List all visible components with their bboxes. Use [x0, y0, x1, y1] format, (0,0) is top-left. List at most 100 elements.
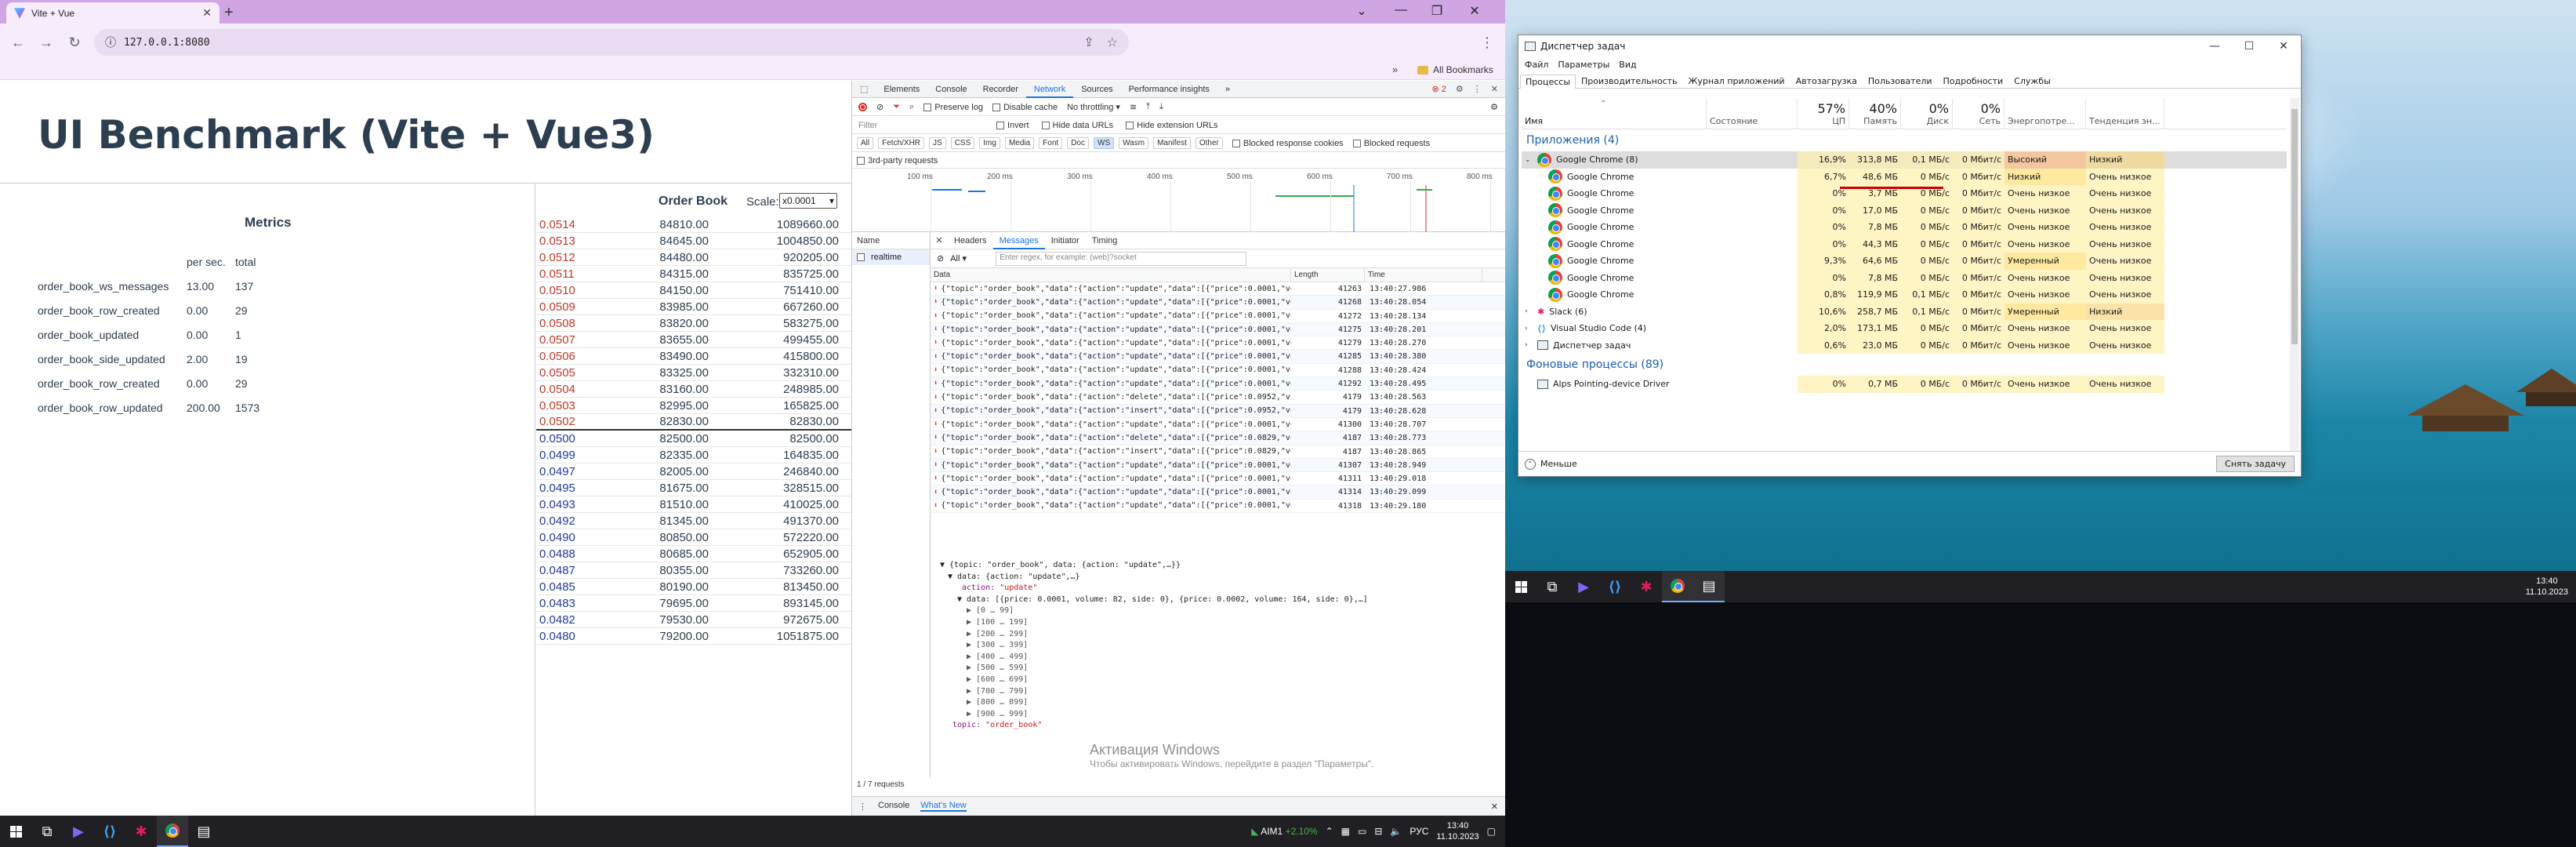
window-restore-icon[interactable]: ❐ — [1419, 3, 1455, 19]
preview-range[interactable]: ▶ [100 … 199] — [940, 617, 1505, 629]
notifications-icon[interactable]: ▢ — [1487, 826, 1496, 837]
message-row[interactable]: ⬇ {"topic":"order_book","data":{"action":… — [931, 377, 1505, 391]
order-book-row[interactable]: 0.0508 83820.00 583275.00 — [536, 315, 851, 332]
order-book-row[interactable]: 0.0502 82830.00 82830.00 — [536, 414, 851, 431]
type-filter-img[interactable]: Img — [979, 137, 1000, 149]
order-book-row[interactable]: 0.0483 79695.00 893145.00 — [536, 595, 851, 612]
wifi-icon[interactable]: ≋ — [1130, 102, 1137, 112]
message-row[interactable]: ⬇ {"topic":"order_book","data":{"action":… — [931, 417, 1505, 432]
process-row[interactable]: Alps Pointing-device Driver 0% 0,7 МБ 0 МБ/… — [1522, 376, 2287, 393]
task-manager-titlebar[interactable]: Диспетчер задач — ☐ ✕ — [1518, 35, 2301, 57]
message-type-select[interactable]: All ▾ — [950, 253, 989, 264]
type-filter-js[interactable]: JS — [929, 137, 946, 149]
order-book-row[interactable]: 0.0490 80850.00 572220.00 — [536, 529, 851, 546]
preview-range[interactable]: ▶ [400 … 499] — [940, 652, 1505, 663]
col-energy-trend[interactable]: Тенденция эн... — [2086, 98, 2164, 129]
order-book-row[interactable]: 0.0493 81510.00 410025.00 — [536, 496, 851, 513]
settings-gear-icon[interactable]: ⚙ — [1456, 84, 1464, 94]
task-manager-tab[interactable]: Процессы — [1520, 75, 1576, 89]
close-detail-icon[interactable]: ✕ — [931, 235, 948, 245]
process-row[interactable]: Google Chrome 0,8% 119,9 МБ 0,1 МБ/с 0 Мбит/… — [1522, 286, 2287, 304]
drawer-tab-console[interactable]: Console — [878, 801, 909, 812]
slack-icon[interactable]: ✱ — [125, 816, 157, 847]
slack-icon[interactable]: ✱ — [1631, 571, 1662, 602]
task-view-icon[interactable]: ⧉ — [31, 816, 63, 847]
expander-icon[interactable]: › — [1525, 325, 1533, 333]
order-book-row[interactable]: 0.0482 79530.00 972675.00 — [536, 612, 851, 628]
message-row[interactable]: ⬇ {"topic":"order_book","data":{"action":… — [931, 322, 1505, 337]
close-icon[interactable]: ✕ — [2266, 40, 2301, 53]
filter-input[interactable]: Filter — [858, 121, 984, 130]
devtools-tab-performance-insights[interactable]: Performance insights — [1121, 81, 1217, 98]
order-book-row[interactable]: 0.0480 79200.00 1051875.00 — [536, 628, 851, 645]
preview-root[interactable]: ▼ {topic: "order_book", data: {action: "… — [940, 560, 1505, 572]
type-filter-manifest[interactable]: Manifest — [1153, 137, 1191, 149]
process-row[interactable]: ⌄ Google Chrome (8) 16,9% 313,8 МБ 0,1 МБ/с 0… — [1522, 151, 2287, 169]
media-player-icon[interactable]: ▶ — [1568, 571, 1599, 602]
preview-data[interactable]: ▼ data: {action: "update",…} — [940, 572, 1505, 583]
preview-range[interactable]: ▶ [900 … 999] — [940, 709, 1505, 721]
record-icon[interactable] — [858, 103, 867, 111]
tray-overflow-icon[interactable]: ⌃ — [1326, 826, 1333, 837]
col-time[interactable]: Time — [1365, 268, 1482, 282]
third-party-checkbox[interactable]: 3rd-party requests — [857, 156, 938, 165]
taskmgr-icon[interactable]: ▤ — [188, 816, 220, 847]
task-manager-tab[interactable]: Службы — [2008, 74, 2056, 88]
process-row[interactable]: › ✱ Slack (6) 10,6% 258,7 МБ 0,1 МБ/с 0 Мбит/с… — [1522, 303, 2287, 320]
start-button[interactable] — [0, 816, 31, 847]
order-book-row[interactable]: 0.0488 80685.00 652905.00 — [536, 546, 851, 562]
window-tab-search-icon[interactable]: ⌄ — [1344, 3, 1380, 19]
hide-extension-urls-checkbox[interactable]: Hide extension URLs — [1126, 121, 1218, 130]
devtools-tab-sources[interactable]: Sources — [1073, 81, 1120, 98]
blocked-requests-checkbox[interactable]: Blocked requests — [1352, 139, 1430, 148]
end-task-button[interactable]: Снять задачу — [2216, 456, 2295, 472]
browser-tab[interactable]: Vite + Vue ✕ — [6, 2, 220, 24]
bookmarks-overflow-icon[interactable]: » — [1392, 64, 1398, 75]
preview-range[interactable]: ▶ [500 … 599] — [940, 663, 1505, 674]
devtools-tab-console[interactable]: Console — [927, 81, 974, 98]
more-tabs-icon[interactable]: » — [1217, 81, 1238, 98]
col-data[interactable]: Data — [931, 268, 1291, 282]
drawer-menu-icon[interactable]: ⋮ — [858, 802, 867, 812]
preview-range[interactable]: ▶ [800 … 899] — [940, 697, 1505, 709]
col-network[interactable]: 0% Сеть — [1953, 98, 2005, 129]
message-row[interactable]: ⬇ {"topic":"order_book","data":{"action":… — [931, 336, 1505, 351]
window-close-icon[interactable]: ✕ — [1457, 3, 1493, 19]
clock[interactable]: 13:40 11.10.2023 — [2526, 576, 2576, 598]
message-row[interactable]: ⬇ {"topic":"order_book","data":{"action":… — [931, 431, 1505, 445]
col-energy[interactable]: Энергопотре... — [2005, 98, 2086, 129]
devtools-tab-network[interactable]: Network — [1025, 81, 1074, 98]
vscode-icon[interactable]: ⟨⟩ — [94, 816, 125, 847]
hide-data-urls-checkbox[interactable]: Hide data URLs — [1041, 121, 1113, 130]
order-book-row[interactable]: 0.0511 84315.00 835725.00 — [536, 266, 851, 282]
message-row[interactable]: ⬇ {"topic":"order_book","data":{"action":… — [931, 282, 1505, 296]
order-book-row[interactable]: 0.0504 83160.00 248985.00 — [536, 381, 851, 398]
chrome-icon[interactable] — [1662, 571, 1693, 602]
preview-range[interactable]: ▶ [300 … 399] — [940, 640, 1505, 652]
devtools-close-icon[interactable]: ✕ — [1491, 84, 1498, 94]
throttling-select[interactable]: No throttling ▾ — [1067, 102, 1120, 112]
order-book-row[interactable]: 0.0513 84645.00 1004850.00 — [536, 233, 851, 249]
process-row[interactable]: Google Chrome 9,3% 64,6 МБ 0 МБ/с 0 Мбит/с Ум… — [1522, 253, 2287, 270]
order-book-row[interactable]: 0.0506 83490.00 415800.00 — [536, 348, 851, 365]
type-filter-other[interactable]: Other — [1195, 137, 1223, 149]
network-settings-icon[interactable]: ⚙ — [1490, 102, 1505, 112]
preview-range[interactable]: ▶ [600 … 699] — [940, 674, 1505, 686]
browser-menu-icon[interactable]: ⋮ — [1478, 35, 1496, 51]
message-row[interactable]: ⬇ {"topic":"order_book","data":{"action":… — [931, 458, 1505, 473]
menu-item[interactable]: Вид — [1619, 60, 1636, 70]
order-book-row[interactable]: 0.0487 80355.00 733260.00 — [536, 562, 851, 579]
task-manager-tab[interactable]: Автозагрузка — [1791, 74, 1863, 88]
forward-arrow-icon[interactable]: → — [38, 35, 55, 51]
start-button[interactable] — [1505, 571, 1537, 602]
message-row[interactable]: ⬇ {"topic":"order_book","data":{"action":… — [931, 309, 1505, 323]
expander-icon[interactable]: ⌄ — [1525, 156, 1533, 164]
search-icon[interactable]: ⌕ — [909, 102, 914, 112]
order-book-row[interactable]: 0.0507 83655.00 499455.00 — [536, 332, 851, 348]
address-bar[interactable]: ⓘ 127.0.0.1:8080 ⇪ ☆ — [94, 29, 1129, 56]
filter-icon[interactable]: ⏷ — [893, 102, 900, 112]
type-filter-media[interactable]: Media — [1004, 137, 1035, 149]
upload-icon[interactable]: ⤒ — [1146, 102, 1150, 112]
task-manager-tab[interactable]: Журнал приложений — [1683, 74, 1791, 88]
devtools-menu-icon[interactable]: ⋮ — [1473, 84, 1482, 94]
